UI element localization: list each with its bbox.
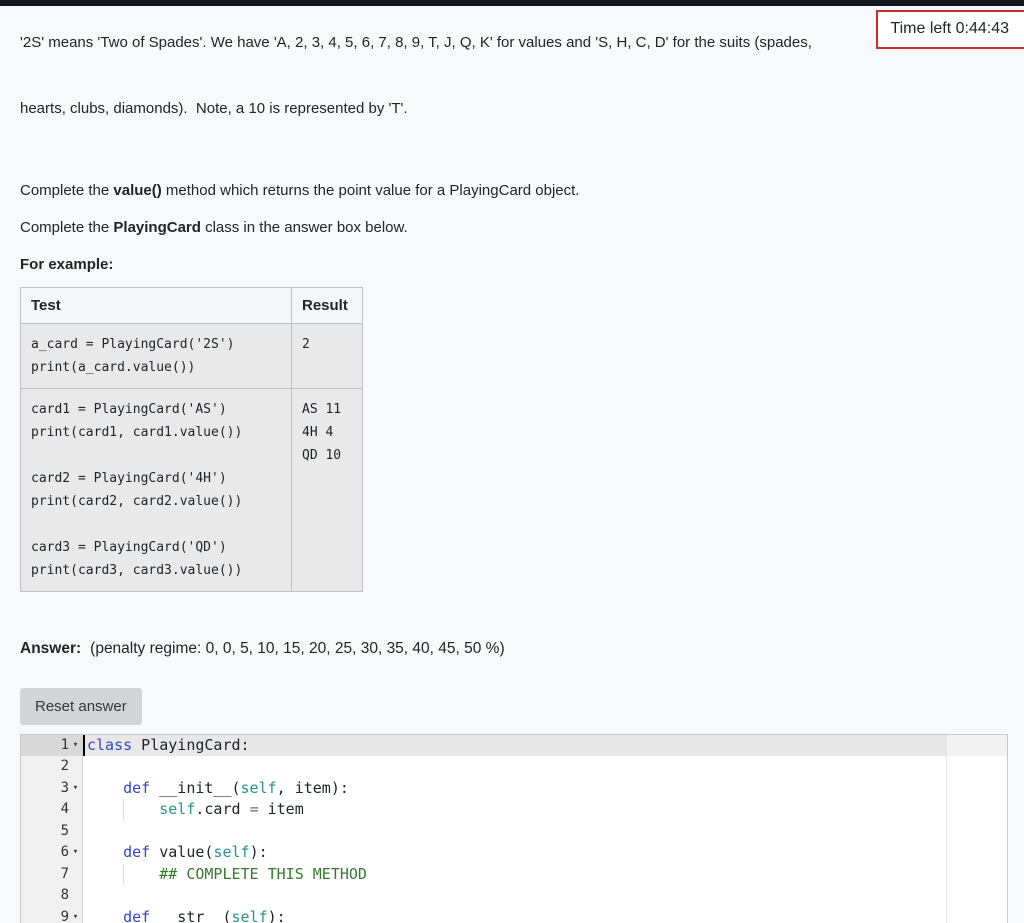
fold-arrow-icon[interactable]: ▾ [69, 735, 82, 757]
indent-guide [123, 863, 124, 885]
instruction-bold-class: PlayingCard [113, 219, 201, 236]
instruction-bold-value: value() [113, 182, 162, 199]
reset-answer-button[interactable]: Reset answer [20, 687, 142, 725]
gutter-line-number: 7 [60, 865, 69, 882]
test-code-cell: a_card = PlayingCard('2S') print(a_card.… [20, 323, 292, 389]
code-line[interactable]: ## COMPLETE THIS METHOD [83, 863, 1007, 885]
fold-arrow-icon[interactable]: ▾ [69, 907, 82, 923]
fold-arrow-icon[interactable]: ▾ [69, 842, 82, 864]
gutter-line-number[interactable]: 3 ▾ [21, 778, 82, 800]
code-line[interactable]: class PlayingCard: [83, 734, 1007, 756]
countdown-timer: Time left 0:44:43 [876, 10, 1024, 49]
instruction-text: Complete the [20, 219, 114, 236]
timer-text: Time left 0:44:43 [890, 20, 1009, 37]
result-cell: 2 [291, 323, 363, 389]
code-editor[interactable]: 1▾23▾456▾789▾10 class PlayingCard: def _… [20, 733, 1008, 923]
answer-section-line: Answer: (penalty regime: 0, 0, 5, 10, 15,… [20, 640, 1024, 658]
coderunner-question-page: '2S' means 'Two of Spades'. We have 'A, … [0, 0, 1024, 923]
table-row: card1 = PlayingCard('AS') print(card1, c… [20, 388, 363, 592]
code-line[interactable] [83, 756, 1007, 778]
gutter-line-number: 5 [60, 822, 69, 839]
instruction-text: Complete the [20, 182, 114, 199]
penalty-regime-text: (penalty regime: 0, 0, 5, 10, 15, 20, 25… [90, 640, 505, 657]
column-header-test: Test [20, 287, 292, 324]
gutter-line-number: 8 [60, 887, 69, 903]
gutter-line-number[interactable]: 6 ▾ [21, 842, 82, 864]
code-line[interactable]: def __str__(self): [83, 907, 1007, 923]
code-line[interactable]: def __init__(self, item): [83, 778, 1007, 800]
text-cursor [83, 734, 85, 756]
top-edge-bar [0, 0, 1024, 6]
gutter-line-number: 2 [60, 758, 69, 774]
question-content: '2S' means 'Two of Spades'. We have 'A, … [0, 0, 1024, 923]
instruction-complete-value: Complete the value() method which return… [20, 180, 1024, 201]
indent-guide [123, 799, 124, 821]
code-line[interactable]: def value(self): [83, 842, 1007, 864]
gutter-line-number: 4 [60, 801, 69, 817]
gutter-line-number[interactable]: 9 ▾ [21, 907, 82, 923]
result-cell: AS 11 4H 4 QD 10 [291, 388, 363, 592]
question-intro-text: '2S' means 'Two of Spades'. We have 'A, … [20, 0, 1005, 164]
instruction-text: method which returns the point value for… [161, 182, 580, 199]
editor-code-area[interactable]: class PlayingCard: def __init__(self, it… [83, 734, 1007, 923]
for-example-label: For example: [20, 256, 114, 273]
test-code-cell: card1 = PlayingCard('AS') print(card1, c… [20, 388, 292, 592]
table-row: a_card = PlayingCard('2S') print(a_card.… [20, 323, 363, 389]
table-header-row: Test Result [20, 287, 363, 324]
code-line[interactable] [83, 821, 1007, 843]
code-line[interactable] [83, 885, 1007, 907]
intro-line-clipped: '2S' means 'Two of Spades'. We have 'A, … [20, 34, 812, 51]
editor-gutter: 1▾23▾456▾789▾10 [21, 734, 83, 923]
instruction-complete-class: Complete the PlayingCard class in the an… [20, 217, 1024, 238]
instruction-text: class in the answer box below. [200, 219, 408, 236]
gutter-line-number[interactable]: 1 ▾ [21, 734, 82, 757]
fold-arrow-icon[interactable]: ▾ [69, 778, 82, 800]
example-table: Test Result a_card = PlayingCard('2S') p… [20, 287, 363, 592]
intro-line: hearts, clubs, diamonds). Note, a 10 is … [20, 100, 408, 117]
column-header-result: Result [291, 287, 363, 324]
code-line[interactable]: self.card = item [83, 799, 1007, 821]
answer-label: Answer: [20, 640, 82, 657]
